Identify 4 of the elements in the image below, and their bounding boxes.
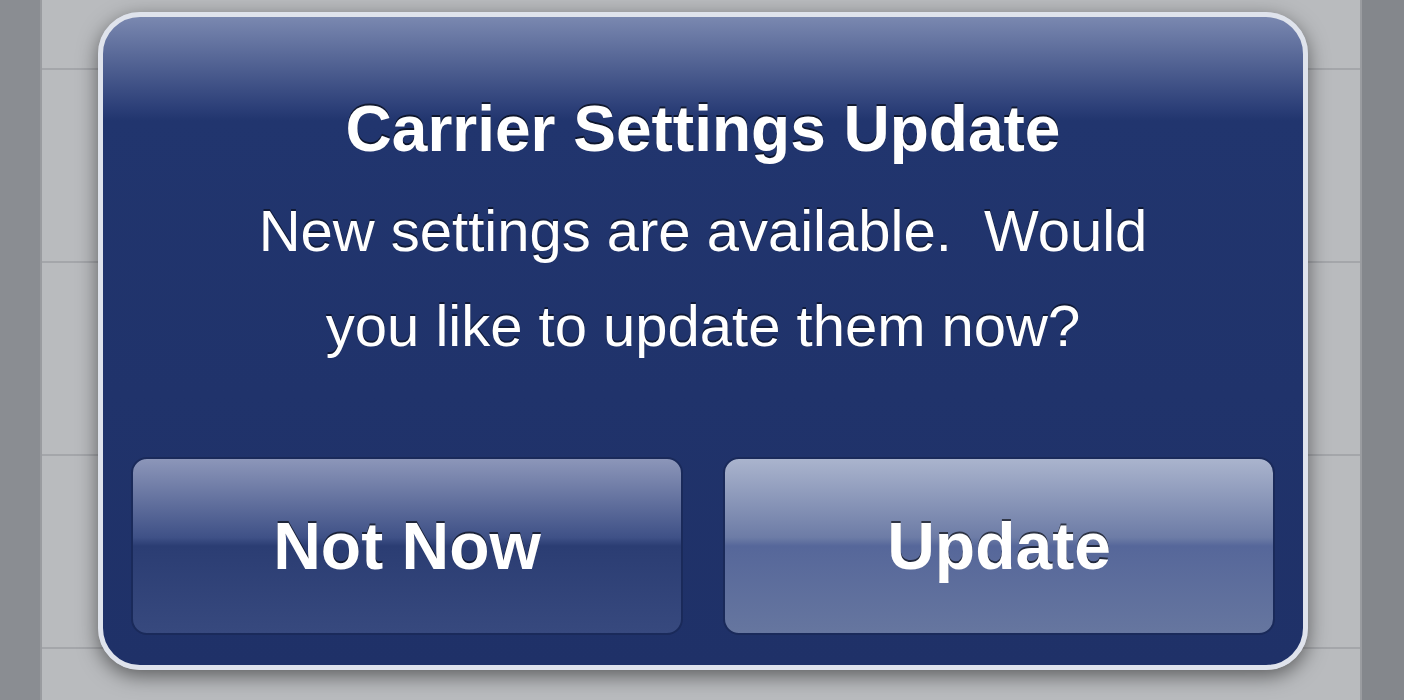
alert-message: New settings are available. Would you like to update them now?	[258, 197, 1148, 360]
alert-button[interactable]: Update	[723, 457, 1275, 635]
alert-button[interactable]: Not Now	[131, 457, 683, 635]
alert-title: Carrier Settings Update	[345, 92, 1061, 167]
